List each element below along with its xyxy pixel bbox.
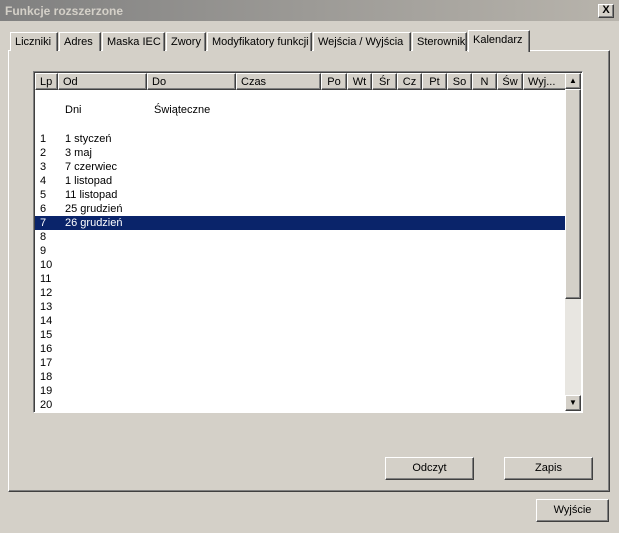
row-lp: 19 (40, 385, 53, 397)
row-lp: 4 (40, 175, 47, 187)
column-header-wyj[interactable]: Wyj... (523, 73, 567, 90)
arrow-down-icon: ▼ (569, 398, 577, 407)
column-header-wt[interactable]: Wt (347, 73, 372, 90)
calendar-list[interactable]: Lp Od Do Czas Po Wt Śr Cz Pt So N Św Wyj… (33, 71, 583, 413)
column-header-so[interactable]: So (447, 73, 472, 90)
tab-wejscia-wyjscia[interactable]: Wejścia / Wyjścia (313, 32, 411, 51)
close-button[interactable]: X (598, 4, 614, 18)
row-lp: 12 (40, 287, 53, 299)
scroll-up-button[interactable]: ▲ (565, 73, 581, 89)
close-icon: X (602, 4, 610, 16)
row-lp: 10 (40, 259, 53, 271)
tab-modyfikatory-funkcji[interactable]: Modyfikatory funkcji (207, 32, 312, 51)
table-row[interactable]: 6 25 grudzień (35, 202, 566, 216)
tab-sterownik[interactable]: Sterownik (412, 32, 467, 51)
table-row[interactable]: 11 (35, 272, 566, 286)
row-lp: 20 (40, 399, 53, 411)
list-header: Lp Od Do Czas Po Wt Śr Cz Pt So N Św Wyj… (35, 73, 567, 90)
table-row[interactable]: 18 (35, 370, 566, 384)
table-row[interactable]: 15 (35, 328, 566, 342)
row-od: 11 listopad (65, 189, 118, 201)
row-lp: 6 (40, 203, 47, 215)
title-bar[interactable]: Funkcje rozszerzone X (0, 0, 619, 22)
row-lp: 3 (40, 161, 47, 173)
tab-zwory[interactable]: Zwory (166, 32, 206, 51)
row-od: 1 listopad (65, 175, 113, 187)
table-row[interactable]: 10 (35, 258, 566, 272)
column-header-n[interactable]: N (472, 73, 497, 90)
write-button[interactable]: Zapis (504, 457, 593, 480)
section-label-swiateczne: Świąteczne (154, 104, 211, 116)
table-row[interactable]: 14 (35, 314, 566, 328)
column-header-sw[interactable]: Św (497, 73, 523, 90)
row-lp: 8 (40, 231, 47, 243)
row-od: 1 styczeń (65, 133, 112, 145)
table-row[interactable]: 4 1 listopad (35, 174, 566, 188)
column-header-od[interactable]: Od (58, 73, 147, 90)
table-row[interactable]: 20 (35, 398, 566, 412)
row-od: 25 grudzień (65, 203, 123, 215)
row-lp: 15 (40, 329, 53, 341)
tab-adres[interactable]: Adres (59, 32, 101, 51)
read-button[interactable]: Odczyt (385, 457, 474, 480)
dialog-window: Funkcje rozszerzone X Liczniki Adres Mas… (0, 0, 619, 533)
row-lp: 13 (40, 301, 53, 313)
exit-button[interactable]: Wyjście (536, 499, 609, 522)
column-header-pt[interactable]: Pt (422, 73, 447, 90)
table-row[interactable]: 2 3 maj (35, 146, 566, 160)
table-row-selected[interactable]: 7 26 grudzień (35, 216, 566, 230)
row-lp: 5 (40, 189, 47, 201)
column-header-sr[interactable]: Śr (372, 73, 397, 90)
row-od: 7 czerwiec (65, 161, 117, 173)
row-lp: 7 (40, 217, 47, 229)
scroll-down-button[interactable]: ▼ (565, 395, 581, 411)
tab-kalendarz[interactable]: Kalendarz (468, 30, 530, 52)
table-row[interactable]: 9 (35, 244, 566, 258)
vertical-scrollbar[interactable]: ▲ ▼ (565, 73, 581, 411)
row-lp: 2 (40, 147, 47, 159)
row-lp: 17 (40, 357, 53, 369)
row-lp: 9 (40, 245, 47, 257)
column-header-lp[interactable]: Lp (35, 73, 58, 90)
window-title: Funkcje rozszerzone (5, 4, 124, 18)
tab-liczniki[interactable]: Liczniki (10, 32, 58, 51)
table-row[interactable]: 1 1 styczeń (35, 132, 566, 146)
row-lp: 1 (40, 133, 47, 145)
table-row[interactable]: 16 (35, 342, 566, 356)
arrow-up-icon: ▲ (569, 76, 577, 85)
column-header-po[interactable]: Po (321, 73, 347, 90)
table-row[interactable]: 8 (35, 230, 566, 244)
row-lp: 11 (40, 273, 52, 285)
column-header-do[interactable]: Do (147, 73, 236, 90)
table-row[interactable]: 12 (35, 286, 566, 300)
table-row[interactable]: 3 7 czerwiec (35, 160, 566, 174)
column-header-cz[interactable]: Cz (397, 73, 422, 90)
table-row[interactable]: 5 11 listopad (35, 188, 566, 202)
tab-maska-iec[interactable]: Maska IEC (102, 32, 165, 51)
section-label-dni: Dni (65, 104, 82, 116)
table-row[interactable]: 19 (35, 384, 566, 398)
column-header-czas[interactable]: Czas (236, 73, 321, 90)
table-row[interactable]: 13 (35, 300, 566, 314)
row-od: 26 grudzień (65, 217, 123, 229)
row-od: 3 maj (65, 147, 92, 159)
table-row[interactable]: 17 (35, 356, 566, 370)
scroll-thumb[interactable] (565, 89, 581, 299)
row-lp: 16 (40, 343, 53, 355)
row-lp: 14 (40, 315, 53, 327)
row-lp: 18 (40, 371, 53, 383)
